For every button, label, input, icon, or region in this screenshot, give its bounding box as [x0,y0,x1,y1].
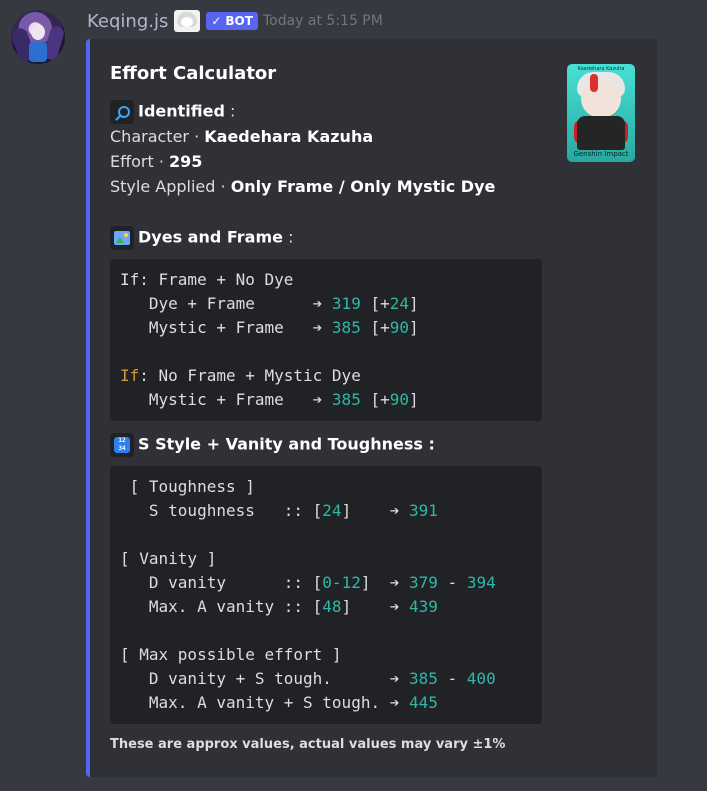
dyes-line-3-bonus: 90 [389,318,409,337]
d-vanity-result-a: 379 [409,573,438,592]
character-line: Character · Kaedehara Kazuha [110,127,373,146]
dyes-line-1-prefix: If: [120,270,159,289]
d-vanity-dash: - [437,573,467,592]
dyes-line-2-bonus-close: ] [409,294,419,313]
max-a-vanity-result: 439 [409,597,438,616]
d-vanity-label: D vanity :: [ [120,573,323,592]
style-line: Style Applied · Only Frame / Only Mystic… [110,177,495,196]
s-style-code-block: [ Toughness ] S toughness :: [24] ➔ 391 … [110,466,542,724]
d-vanity-bracket: 0-12 [322,573,361,592]
s-style-colon: : [422,434,435,454]
max-a-vanity-line: Max. A vanity :: [48] ➔ 439 [120,595,532,619]
identified-header: Identified [138,101,225,121]
max-plus-s-result: 445 [408,693,438,712]
dyes-line-6-bonus: 90 [389,390,409,409]
character-label: Character · [110,127,205,146]
character-card-thumbnail[interactable]: Kaedehara Kazuha Genshin Impact [567,64,635,162]
d-vanity-line: D vanity :: [0-12] ➔ 379 - 394 [120,571,532,595]
s-toughness-result: 391 [409,501,438,520]
user-avatar[interactable] [11,10,65,64]
toughness-header: [ Toughness ] [120,477,255,496]
username[interactable]: Keqing.js [87,11,168,32]
s-toughness-bracket: 24 [322,501,342,520]
dyes-line-5-prefix: If [120,366,140,385]
bot-badge-label: BOT [225,14,253,28]
d-vanity-result-b: 394 [466,573,496,592]
dyes-line-3: Mystic + Frame ➔ 385 [+90] [120,316,532,340]
dyes-line-6-label: Mystic + Frame ➔ [120,390,332,409]
thumbnail-body [577,116,625,150]
max-a-vanity-mid: ] ➔ [341,597,409,616]
d-plus-s-result-a: 385 [408,669,438,688]
numbers-icon-box: 12 34 [110,433,134,457]
character-value: Kaedehara Kazuha [204,127,374,146]
max-effort-header: [ Max possible effort ] [120,645,342,664]
magnifier-icon [115,105,130,120]
dyes-frame-colon: : [282,227,294,247]
d-plus-s-line: D vanity + S tough. ➔ 385 - 400 [120,667,532,691]
dyes-line-6-bonus-close: ] [409,390,419,409]
thumbnail-hair-streak [590,74,598,92]
vanity-header: [ Vanity ] [120,549,217,568]
style-value: Only Frame / Only Mystic Dye [230,177,496,196]
s-toughness-label: S toughness :: [ [120,501,323,520]
dyes-line-2-value: 319 [331,294,361,313]
numbers-icon: 12 34 [114,437,130,453]
image-icon-box [110,226,134,250]
d-plus-s-label: D vanity + S tough. ➔ [120,669,409,688]
identified-colon: : [224,101,236,121]
dyes-frame-header-row: Dyes and Frame : [110,226,293,250]
dyes-line-5: If: No Frame + Mystic Dye [120,364,532,388]
s-toughness-line: S toughness :: [24] ➔ 391 [120,499,532,523]
d-plus-s-result-b: 400 [466,669,496,688]
bot-badge: ✓ BOT [206,12,258,30]
bot-emblem-icon [174,10,201,32]
dyes-line-2-bonus-open: [+ [360,294,390,313]
message-header: Keqing.js ✓ BOT Today at 5:15 PM [87,9,383,33]
image-icon [114,231,130,245]
dyes-line-6: Mystic + Frame ➔ 385 [+90] [120,388,532,412]
dyes-line-6-value: 385 [331,390,361,409]
thumbnail-face [581,80,621,118]
identified-header-row: Identified : [110,100,235,124]
avatar-outfit [29,42,47,62]
embed-title: Effort Calculator [110,63,277,84]
dyes-line-3-bonus-open: [+ [360,318,390,337]
s-style-header: S Style + Vanity and Toughness [138,434,423,454]
dyes-line-6-bonus-open: [+ [360,390,390,409]
effort-line: Effort · 295 [110,152,202,171]
embed-footer: These are approx values, actual values m… [110,737,506,752]
dyes-line-3-value: 385 [331,318,361,337]
timestamp[interactable]: Today at 5:15 PM [263,13,383,29]
max-plus-s-label: Max. A vanity + S tough. ➔ [120,693,409,712]
dyes-line-3-bonus-close: ] [409,318,419,337]
dyes-line-1-text: Frame + No Dye [158,270,294,289]
dyes-frame-code-block: If: Frame + No Dye Dye + Frame ➔ 319 [+2… [110,259,542,421]
s-style-header-row: 12 34 S Style + Vanity and Toughness : [110,433,435,457]
s-toughness-mid: ] ➔ [341,501,409,520]
dyes-line-2-bonus: 24 [389,294,409,313]
dyes-frame-header: Dyes and Frame [138,227,283,247]
dyes-line-2: Dye + Frame ➔ 319 [+24] [120,292,532,316]
embed-card: Effort Calculator Kaedehara Kazuha Gensh… [86,39,657,777]
checkmark-icon: ✓ [211,14,222,28]
dyes-line-5-text: : No Frame + Mystic Dye [139,366,361,385]
effort-value: 295 [169,152,203,171]
max-plus-s-line: Max. A vanity + S tough. ➔ 445 [120,691,532,715]
dyes-line-2-label: Dye + Frame ➔ [120,294,332,313]
max-a-vanity-label: Max. A vanity :: [ [120,597,323,616]
dyes-line-1: If: Frame + No Dye [120,268,532,292]
dyes-line-3-label: Mystic + Frame ➔ [120,318,332,337]
d-plus-s-dash: - [437,669,467,688]
magnifier-icon-box [110,100,134,124]
effort-label: Effort · [110,152,170,171]
style-label: Style Applied · [110,177,231,196]
d-vanity-mid: ] ➔ [360,573,409,592]
dyes-line-4 [120,340,532,364]
max-a-vanity-bracket: 48 [322,597,342,616]
thumbnail-caption: Genshin Impact [573,150,629,158]
avatar-face [31,24,45,40]
